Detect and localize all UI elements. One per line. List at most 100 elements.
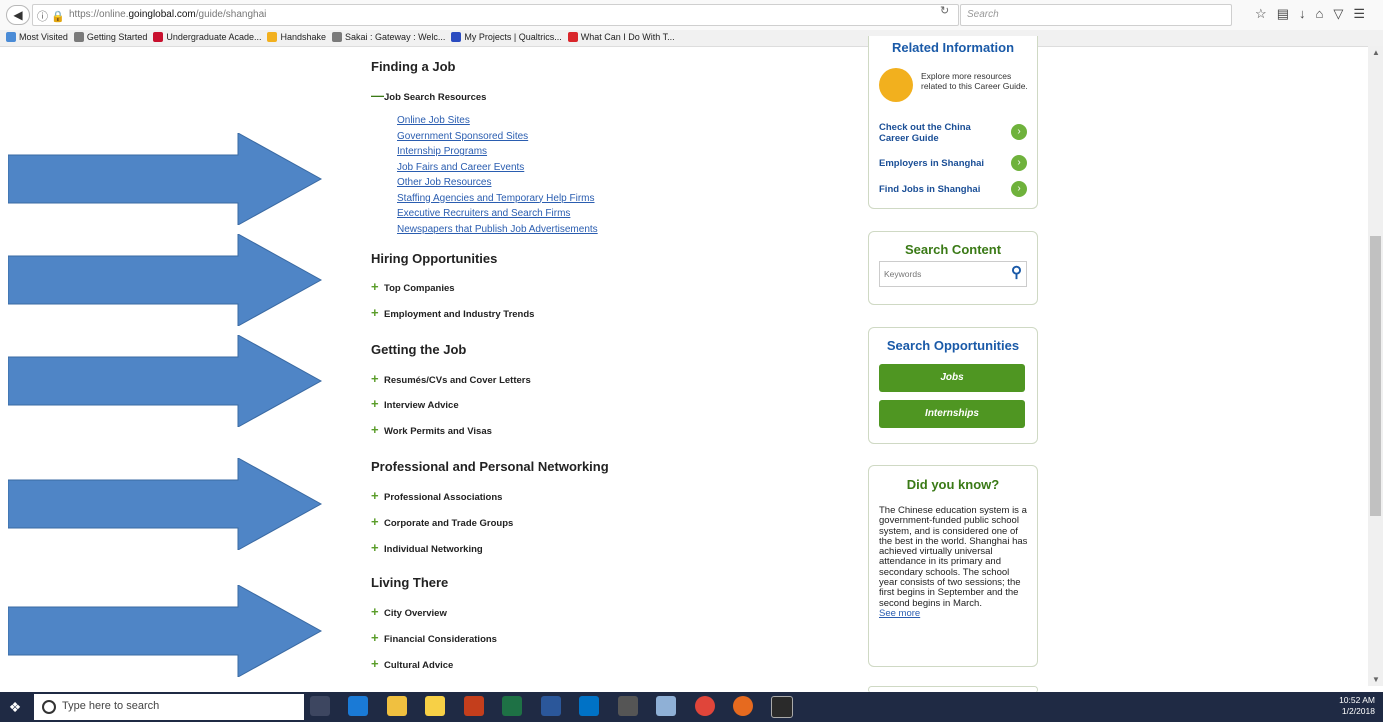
excel-icon[interactable] [502,696,523,716]
bookmark-favicon-icon [6,32,16,42]
did-you-know-title: Did you know? [906,477,1000,492]
snipping-icon[interactable] [656,696,677,716]
bookmark-item[interactable]: Getting Started [73,32,147,42]
job-resource-link[interactable]: Job Fairs and Career Events [397,162,524,173]
related-information-panel: Related Information Explore more resourc… [868,36,1038,209]
arrow-shape-1 [8,133,323,225]
search-content-title: Search Content [904,242,1002,257]
calculator-icon[interactable] [617,696,638,716]
link-china-career-guide[interactable]: Check out the China Career Guide [879,122,989,144]
windows-start-icon[interactable]: ❖ [0,692,30,722]
bookmark-item[interactable]: Most Visited [6,32,68,42]
file-explorer-icon[interactable] [386,696,407,716]
firefox-icon[interactable] [732,696,753,716]
bookmark-favicon-icon [567,32,578,42]
job-resource-link[interactable]: Newspapers that Publish Job Advertisemen… [397,224,598,235]
bookmark-favicon-icon [153,32,164,42]
link-find-jobs-shanghai[interactable]: Find Jobs in Shanghai [879,184,980,195]
taskbar-search-input[interactable]: Type here to search [34,694,304,720]
powerpoint-icon[interactable] [463,696,484,716]
chrome-icon[interactable] [694,696,715,716]
bookmarks-bar: Most Visited Getting Started Undergraduate… [0,30,1383,47]
bookmark-item[interactable]: My Projects | Qualtrics... [451,32,562,42]
search-content-panel: Search Content Keywords ⚲ [868,231,1038,305]
bookmark-item[interactable]: Sakai : Gateway : Welc... [332,32,445,42]
page-scrollbar[interactable]: ▲ ▼ [1368,46,1383,686]
bookmark-favicon-icon [332,32,343,42]
edge-icon[interactable] [348,696,369,716]
link-employers-shanghai[interactable]: Employers in Shanghai [879,158,984,169]
back-arrow-icon[interactable]: ◀ [6,5,30,25]
related-information-title: Related Information [891,40,1015,55]
task-view-icon[interactable] [310,696,330,716]
arrow-shape-4 [8,458,323,550]
item-professional-associations[interactable]: + Professional Associations [371,488,502,503]
job-resource-link[interactable]: Government Sponsored Sites [397,131,528,142]
reload-icon[interactable]: ↻ [940,4,949,17]
did-you-know-text: The Chinese education system is a govern… [879,505,1029,619]
did-you-know-panel: Did you know? The Chinese education syst… [868,465,1038,667]
job-resource-link[interactable]: Executive Recruiters and Search Firms [397,208,570,219]
bookmark-favicon-icon [73,32,84,42]
photos-icon[interactable] [771,696,794,718]
word-icon[interactable] [540,696,561,716]
section-heading-hiring: Hiring Opportunities [371,251,498,266]
bookmark-item[interactable]: What Can I Do With T... [567,32,675,42]
system-tray[interactable]: 10:52 AM 1/2/2018 [1339,695,1375,717]
item-financial-considerations[interactable]: + Financial Considerations [371,630,497,645]
see-more-link[interactable]: See more [879,608,1029,619]
clock-date: 1/2/2018 [1341,706,1375,716]
cortana-icon [42,700,56,714]
section-heading-getting: Getting the Job [371,342,467,357]
item-cultural-advice[interactable]: + Cultural Advice [371,656,453,671]
section-heading-networking: Professional and Personal Networking [371,459,609,474]
taskbar-apps [310,696,807,718]
job-resource-link[interactable]: Staffing Agencies and Temporary Help Fir… [397,193,595,204]
scroll-up-icon[interactable]: ▲ [1372,48,1380,57]
search-icon[interactable]: ⚲ [1011,263,1022,281]
item-resumes[interactable]: + Resumés/CVs and Cover Letters [371,371,531,386]
item-city-overview[interactable]: + City Overview [371,604,447,619]
internships-button[interactable]: Internships [879,400,1025,428]
job-resource-link[interactable]: Online Job Sites [397,115,470,126]
arrow-shape-2 [8,234,323,326]
related-blurb: Explore more resources related to this C… [921,71,1028,91]
chevron-right-icon[interactable]: › [1011,181,1027,197]
chevron-right-icon[interactable]: › [1011,155,1027,171]
item-employment-trends[interactable]: + Employment and Industry Trends [371,305,534,320]
bookmark-favicon-icon [451,32,462,42]
section-heading-living: Living There [371,575,449,590]
url-bar[interactable]: ⓘ 🔒 https://online.goinglobal.com/guide/… [32,4,959,26]
arrow-shape-3 [8,335,323,427]
clock-time: 10:52 AM [1339,695,1375,705]
browser-toolbar: ◀ ⓘ 🔒 https://online.goinglobal.com/guid… [0,0,1383,31]
arrow-shape-5 [8,585,323,677]
windows-taskbar: ❖ Type here to search 10:52 AM 1/2/2018 [0,692,1383,722]
outlook-icon[interactable] [579,696,600,716]
url-text: https://online.goinglobal.com/guide/shan… [69,9,267,20]
item-corporate-groups[interactable]: + Corporate and Trade Groups [371,514,513,529]
job-resource-link[interactable]: Other Job Resources [397,177,492,188]
section-heading-finding: Finding a Job [371,59,456,74]
store-icon[interactable] [425,696,446,716]
resources-icon [879,68,913,102]
bookmark-item[interactable]: Undergraduate Acade... [153,32,261,42]
job-search-resources-toggle[interactable]: —Job Search Resources [371,88,486,103]
jobs-button[interactable]: Jobs [879,364,1025,392]
browser-search-input[interactable]: Search [960,4,1232,26]
search-opportunities-panel: Search Opportunities Jobs Internships [868,327,1038,444]
guide-content: Finding a Job —Job Search Resources Onli… [371,46,831,686]
scroll-down-icon[interactable]: ▼ [1372,675,1380,684]
keywords-input[interactable]: Keywords ⚲ [879,261,1027,287]
bookmark-item[interactable]: Handshake [267,32,326,42]
item-individual-networking[interactable]: + Individual Networking [371,540,483,555]
bookmark-favicon-icon [267,32,278,42]
item-top-companies[interactable]: + Top Companies [371,279,455,294]
toolbar-icons[interactable]: ☆▤↓⌂▽☰ [1255,6,1375,22]
search-opportunities-title: Search Opportunities [886,338,1020,353]
item-work-permits[interactable]: + Work Permits and Visas [371,422,492,437]
job-resource-link[interactable]: Internship Programs [397,146,487,157]
item-interview-advice[interactable]: + Interview Advice [371,396,459,411]
scrollbar-thumb[interactable] [1370,236,1381,516]
chevron-right-icon[interactable]: › [1011,124,1027,140]
